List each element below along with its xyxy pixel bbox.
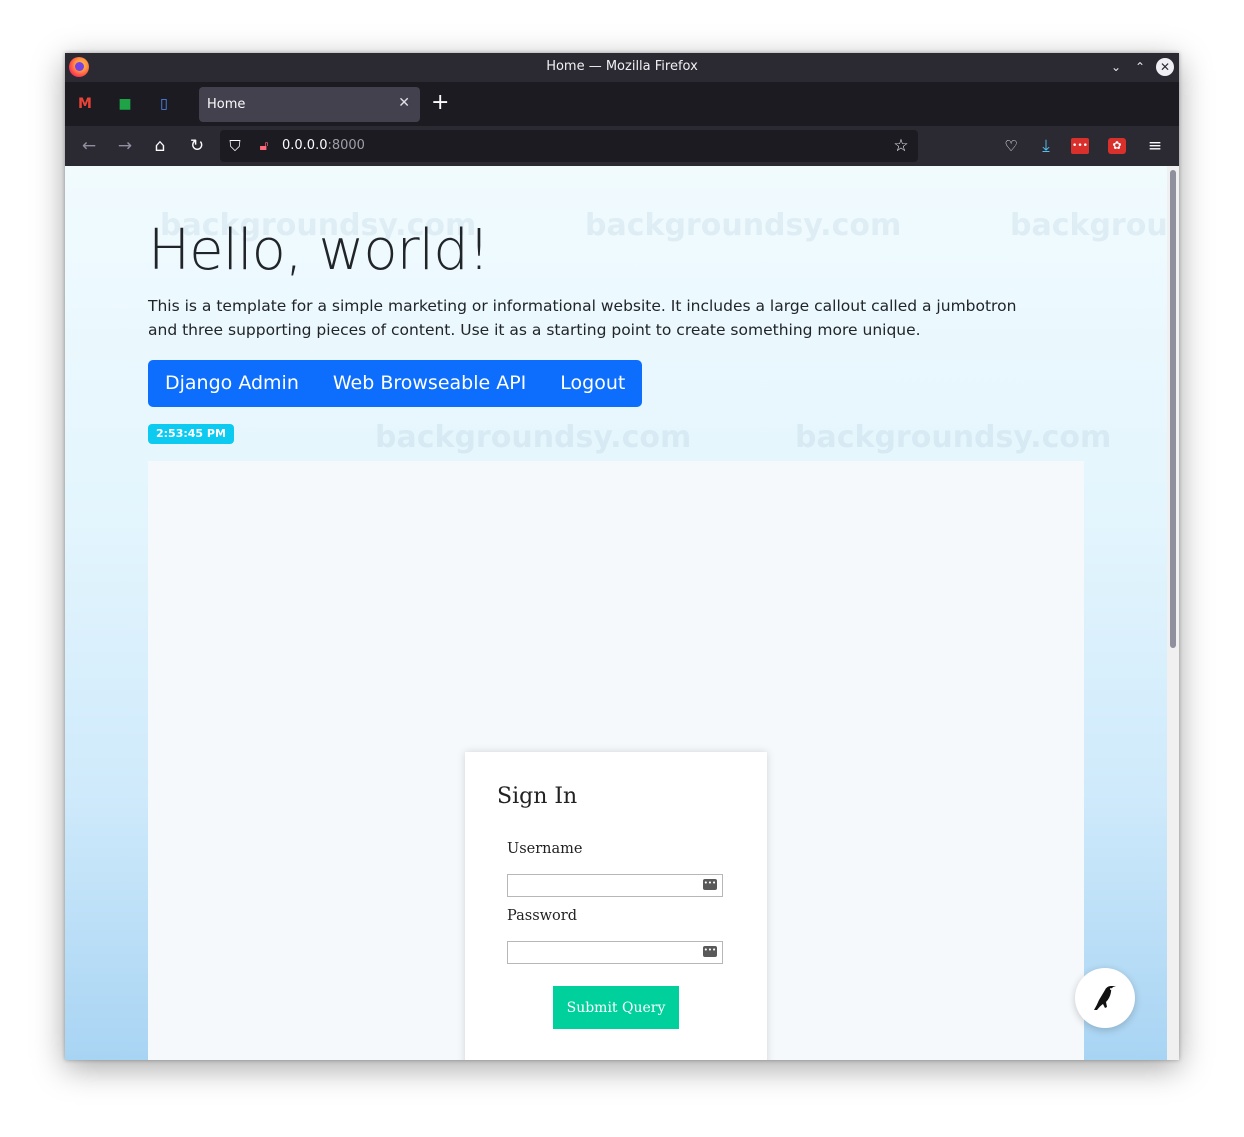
password-manager-icon[interactable]: •••: [703, 946, 717, 957]
web-browseable-api-button[interactable]: Web Browseable API: [316, 360, 543, 407]
wagtail-bird-icon: [1094, 986, 1116, 1010]
submit-button[interactable]: Submit Query: [553, 986, 679, 1029]
workspace-pinned-tab-icon[interactable]: ▯: [153, 93, 175, 115]
tab-label: Home: [207, 97, 246, 112]
new-tab-button[interactable]: +: [431, 92, 449, 114]
download-icon[interactable]: ⤓: [1035, 135, 1057, 157]
window-title: Home — Mozilla Firefox: [546, 59, 698, 74]
reload-icon[interactable]: ↻: [186, 135, 208, 157]
browser-window: Home — Mozilla Firefox ⌄ ⌃ ✕ M ■ ▯ Home …: [65, 53, 1179, 1060]
bookmark-star-icon[interactable]: ☆: [890, 135, 912, 157]
maximize-icon[interactable]: ⌃: [1131, 58, 1149, 76]
django-admin-button[interactable]: Django Admin: [148, 360, 316, 407]
url-host: 0.0.0.0: [282, 138, 328, 153]
password-input[interactable]: •••: [507, 941, 723, 964]
gmail-pinned-tab-icon[interactable]: M: [74, 93, 96, 115]
signin-card: Sign In Username ••• Password ••• Submit…: [465, 752, 767, 1060]
tab-bar: M ■ ▯ Home ✕ +: [65, 82, 1179, 126]
extension-icon[interactable]: ✿: [1108, 138, 1126, 154]
close-window-icon[interactable]: ✕: [1156, 58, 1174, 76]
tab-home[interactable]: Home ✕: [199, 87, 420, 122]
nav-button-group: Django Admin Web Browseable API Logout: [148, 360, 643, 407]
password-manager-icon[interactable]: •••: [703, 879, 717, 890]
forward-icon[interactable]: →: [114, 135, 136, 157]
minimize-icon[interactable]: ⌄: [1107, 58, 1125, 76]
home-icon[interactable]: ⌂: [149, 135, 171, 157]
tab-close-icon[interactable]: ✕: [398, 95, 410, 111]
background-watermark: backgroundsy.com: [795, 420, 1112, 455]
pocket-icon[interactable]: ♡: [1000, 135, 1022, 157]
lead-paragraph: This is a template for a simple marketin…: [148, 297, 1017, 339]
background-watermark: backgroundsy.com: [585, 208, 902, 243]
back-icon[interactable]: ←: [78, 135, 100, 157]
password-label: Password: [507, 908, 577, 924]
url-text[interactable]: 0.0.0.0:8000: [282, 138, 365, 153]
scrollbar-thumb[interactable]: [1170, 170, 1176, 648]
username-label: Username: [507, 841, 583, 857]
page-content: backgroundsy.com backgroundsy.com backgr…: [65, 166, 1167, 1060]
title-bar: Home — Mozilla Firefox ⌄ ⌃ ✕: [65, 53, 1179, 82]
clock-badge: 2:53:45 PM: [148, 424, 234, 444]
shield-icon[interactable]: ⛉: [224, 135, 246, 157]
signin-heading: Sign In: [497, 784, 578, 809]
logout-button[interactable]: Logout: [543, 360, 642, 407]
wagtail-userbar-button[interactable]: [1075, 968, 1135, 1028]
background-watermark: backgroundsy.com: [375, 420, 692, 455]
background-watermark: backgroundsy.com: [1010, 208, 1167, 243]
page-title: Hello, world!: [148, 218, 490, 283]
insecure-lock-icon[interactable]: 🔓︎: [253, 135, 275, 157]
url-bar[interactable]: ⛉ 🔓︎ 0.0.0.0:8000 ☆: [220, 130, 918, 162]
navigation-toolbar: ← → ⌂ ↻ ⛉ 🔓︎ 0.0.0.0:8000 ☆ ♡ ⤓ ••• ✿ ≡: [65, 126, 1179, 166]
username-input[interactable]: •••: [507, 874, 723, 897]
chat-pinned-tab-icon[interactable]: ■: [114, 93, 136, 115]
url-port: :8000: [327, 138, 365, 153]
lastpass-extension-icon[interactable]: •••: [1071, 138, 1089, 154]
menu-icon[interactable]: ≡: [1144, 135, 1166, 157]
